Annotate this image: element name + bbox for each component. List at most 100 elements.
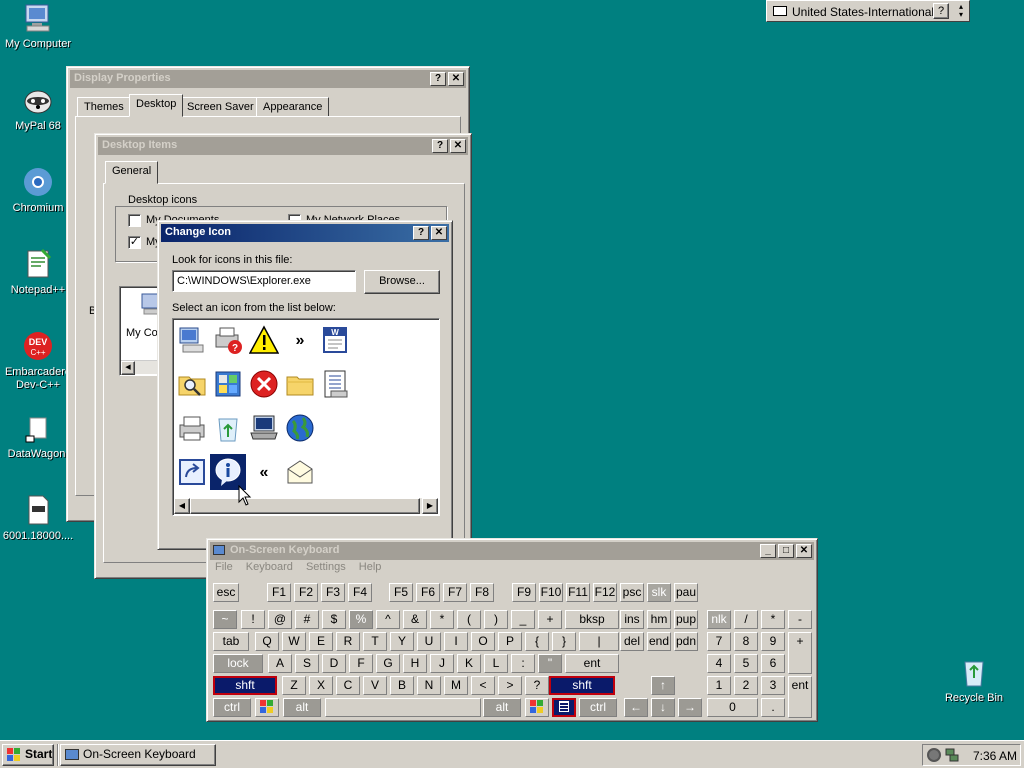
taskbar-task-osk[interactable]: On-Screen Keyboard xyxy=(60,744,216,766)
key-T[interactable]: T xyxy=(363,632,387,651)
icon-list-item[interactable] xyxy=(282,454,318,490)
key-Y[interactable]: Y xyxy=(390,632,414,651)
desktop-icon-recycle-bin[interactable]: Recycle Bin xyxy=(936,656,1012,705)
key--[interactable]: - xyxy=(788,610,812,629)
scroll-right-button[interactable]: ▶ xyxy=(422,498,438,514)
key-F7[interactable]: F7 xyxy=(443,583,467,602)
key-9[interactable]: 9 xyxy=(761,632,785,651)
key-"[interactable]: " xyxy=(538,654,562,673)
key-pup[interactable]: pup xyxy=(674,610,698,629)
icon-list-item[interactable] xyxy=(210,410,246,446)
key-menu[interactable] xyxy=(552,698,576,717)
key-E[interactable]: E xyxy=(309,632,333,651)
key-F[interactable]: F xyxy=(349,654,373,673)
tray-settings-icon[interactable] xyxy=(927,748,941,762)
maximize-button[interactable]: □ xyxy=(778,544,794,558)
icon-list-item[interactable] xyxy=(174,366,210,402)
key-P[interactable]: P xyxy=(498,632,522,651)
key-5[interactable]: 5 xyxy=(734,654,758,673)
icon-list-item[interactable] xyxy=(282,410,318,446)
key-*[interactable]: * xyxy=(430,610,454,629)
browse-button[interactable]: Browse... xyxy=(364,270,440,294)
key-space[interactable] xyxy=(325,698,481,717)
key-4[interactable]: 4 xyxy=(707,654,731,673)
key-psc[interactable]: psc xyxy=(620,583,644,602)
key-Q[interactable]: Q xyxy=(255,632,279,651)
key-([interactable]: ( xyxy=(457,610,481,629)
key-F9[interactable]: F9 xyxy=(512,583,536,602)
key-F12[interactable]: F12 xyxy=(593,583,617,602)
desktop-icon-mypal[interactable]: MyPal 68 xyxy=(0,84,76,133)
key-8[interactable]: 8 xyxy=(734,632,758,651)
key-<[interactable]: < xyxy=(471,676,495,695)
language-help-button[interactable]: ? xyxy=(933,3,949,19)
icon-list-item[interactable] xyxy=(174,322,210,358)
menu-file[interactable]: File xyxy=(215,561,233,573)
key-hm[interactable]: hm xyxy=(647,610,671,629)
my-documents-checkbox[interactable] xyxy=(128,214,141,227)
key-right-alt[interactable]: alt xyxy=(483,698,521,717)
menu-settings[interactable]: Settings xyxy=(306,561,346,573)
desktop-icon-datawagon[interactable]: DataWagon. xyxy=(0,412,76,461)
key-![interactable]: ! xyxy=(241,610,265,629)
help-button[interactable]: ? xyxy=(432,139,448,153)
key-D[interactable]: D xyxy=(322,654,346,673)
osk-titlebar[interactable]: On-Screen Keyboard _ □ ✕ xyxy=(210,542,814,560)
key-F2[interactable]: F2 xyxy=(294,583,318,602)
change-icon-titlebar[interactable]: Change Icon ? ✕ xyxy=(161,224,449,242)
key-*[interactable]: * xyxy=(761,610,785,629)
key-F10[interactable]: F10 xyxy=(539,583,563,602)
key-A[interactable]: A xyxy=(268,654,292,673)
key-pau[interactable]: pau xyxy=(674,583,698,602)
key-tab[interactable]: tab xyxy=(213,632,249,651)
key-+[interactable]: + xyxy=(538,610,562,629)
key-_[interactable]: _ xyxy=(511,610,535,629)
icon-list-item[interactable]: » xyxy=(282,322,318,358)
key-F5[interactable]: F5 xyxy=(389,583,413,602)
key-F1[interactable]: F1 xyxy=(267,583,291,602)
key-F4[interactable]: F4 xyxy=(348,583,372,602)
key-3[interactable]: 3 xyxy=(761,676,785,695)
icon-list-item[interactable]: ? xyxy=(210,322,246,358)
key-F11[interactable]: F11 xyxy=(566,583,590,602)
key-@[interactable]: @ xyxy=(268,610,292,629)
key-right-ctrl[interactable]: ctrl xyxy=(579,698,617,717)
key-/[interactable]: / xyxy=(734,610,758,629)
key-left-alt[interactable]: alt xyxy=(283,698,321,717)
key-^[interactable]: ^ xyxy=(376,610,400,629)
icon-file-input[interactable] xyxy=(172,270,356,292)
key-K[interactable]: K xyxy=(457,654,481,673)
icon-list-item[interactable] xyxy=(246,366,282,402)
icon-list-scrollbar[interactable]: ◀ ▶ xyxy=(174,498,438,514)
key-left-arrow[interactable]: ← xyxy=(624,698,648,717)
key-N[interactable]: N xyxy=(417,676,441,695)
key-F3[interactable]: F3 xyxy=(321,583,345,602)
desktop-icon-chromium[interactable]: Chromium xyxy=(0,166,76,215)
key-S[interactable]: S xyxy=(295,654,319,673)
key-right-shift[interactable]: shft xyxy=(549,676,615,695)
key-U[interactable]: U xyxy=(417,632,441,651)
key-{[interactable]: { xyxy=(525,632,549,651)
close-button[interactable]: ✕ xyxy=(448,72,464,86)
desktop-icon-my-computer[interactable]: My Computer xyxy=(0,2,76,51)
key-numpad-dot[interactable]: . xyxy=(761,698,785,717)
tab-general[interactable]: General xyxy=(105,161,159,184)
key-R[interactable]: R xyxy=(336,632,360,651)
tab-themes[interactable]: Themes xyxy=(77,97,131,117)
icon-list-item[interactable] xyxy=(174,410,210,446)
key-left-windows[interactable] xyxy=(255,698,279,717)
desktop-items-titlebar[interactable]: Desktop Items ? ✕ xyxy=(98,137,468,155)
key-F8[interactable]: F8 xyxy=(470,583,494,602)
key-O[interactable]: O xyxy=(471,632,495,651)
key-esc[interactable]: esc xyxy=(213,583,239,602)
key-?[interactable]: ? xyxy=(525,676,549,695)
minimize-button[interactable]: _ xyxy=(760,544,776,558)
key-numpad-enter[interactable]: ent xyxy=(788,676,812,718)
icon-list-item[interactable]: W xyxy=(318,322,354,358)
scroll-left-button[interactable]: ◀ xyxy=(121,361,135,375)
key-left-shift[interactable]: shft xyxy=(213,676,277,695)
key-$[interactable]: $ xyxy=(322,610,346,629)
desktop-icon-file[interactable]: 6001.18000.... xyxy=(0,494,76,543)
key-L[interactable]: L xyxy=(484,654,508,673)
key-}[interactable]: } xyxy=(552,632,576,651)
